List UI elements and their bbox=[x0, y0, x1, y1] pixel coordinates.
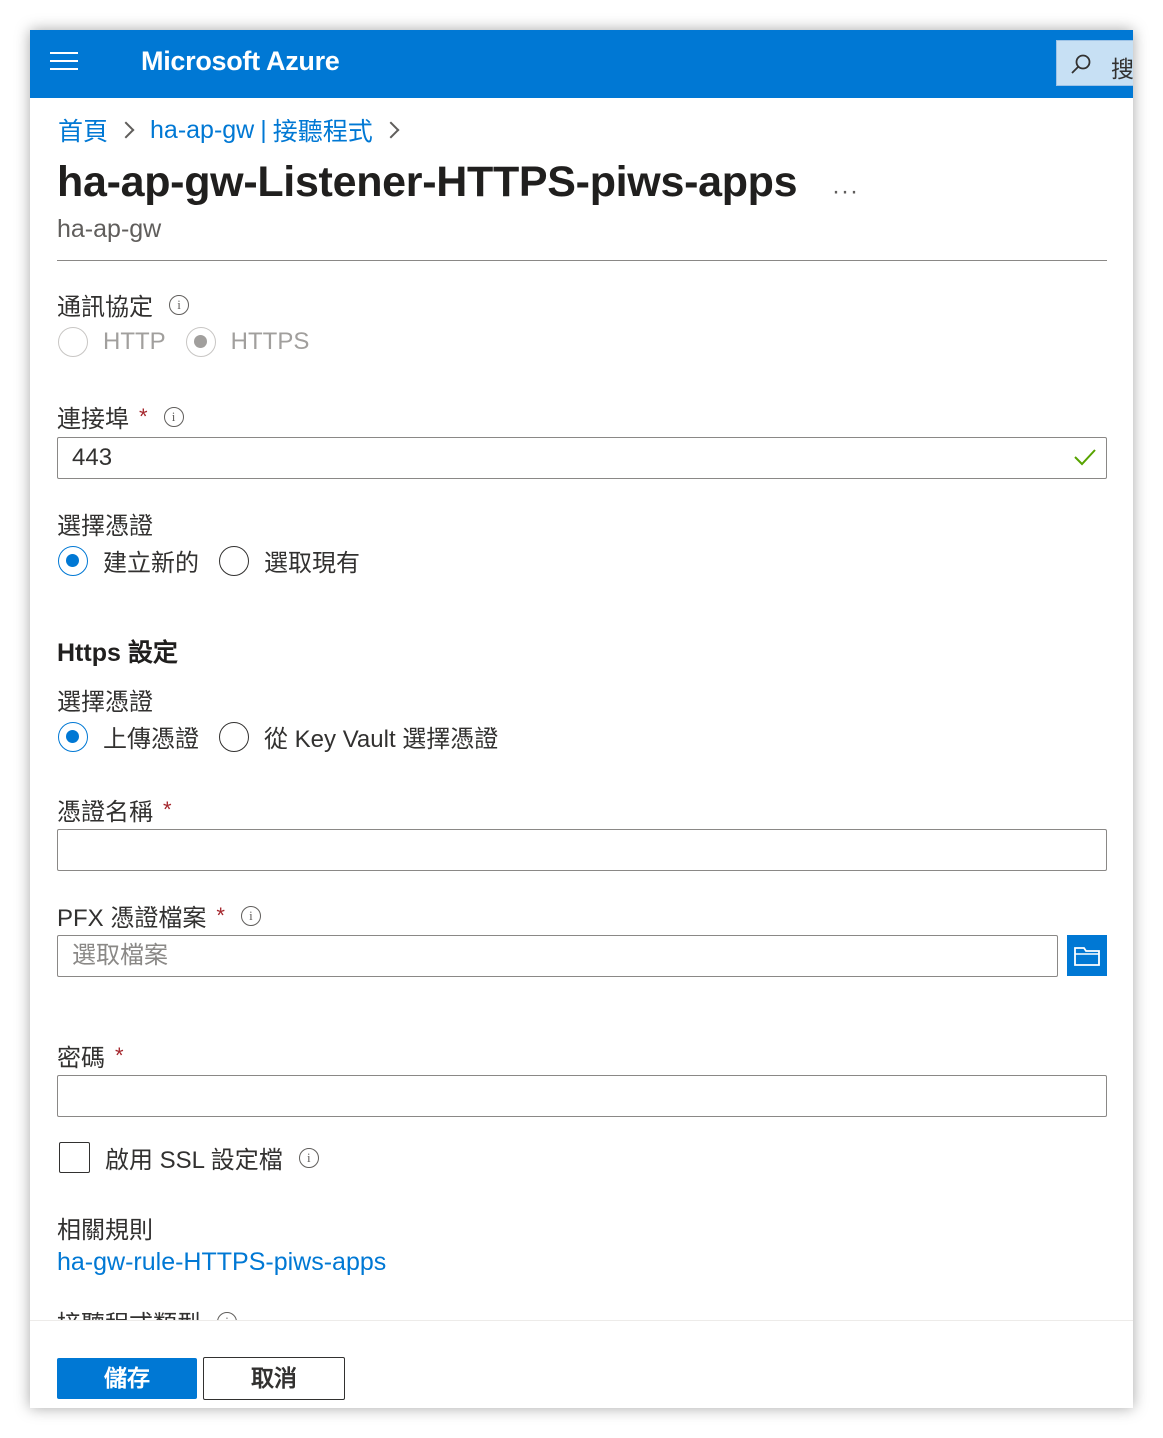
required-marker: * bbox=[216, 902, 225, 928]
header-divider bbox=[57, 260, 1107, 261]
radio-create-new-label: 建立新的 bbox=[103, 550, 199, 577]
ssl-profile-label-text: 啟用 SSL 設定檔 bbox=[105, 1147, 283, 1174]
search-placeholder: 搜 bbox=[1111, 56, 1133, 82]
cert-choice-label: 選擇憑證 bbox=[57, 506, 153, 541]
port-value: 443 bbox=[72, 444, 113, 471]
info-icon[interactable]: i bbox=[169, 294, 189, 315]
protocol-label: 通訊協定 i bbox=[57, 287, 189, 322]
radio-upload-cert[interactable] bbox=[58, 721, 88, 752]
protocol-radio-group: HTTP HTTPS bbox=[58, 327, 329, 357]
https-cert-label: 選擇憑證 bbox=[57, 682, 153, 717]
page-title: ha-ap-gw-Listener-HTTPS-piws-apps bbox=[57, 158, 798, 206]
https-cert-radio-group: 上傳憑證 從 Key Vault 選擇憑證 bbox=[58, 719, 518, 754]
radio-select-existing-label: 選取現有 bbox=[264, 550, 360, 577]
ssl-profile-checkbox[interactable] bbox=[59, 1142, 90, 1173]
chevron-right-icon bbox=[382, 121, 400, 139]
page-subtitle: ha-ap-gw bbox=[57, 215, 162, 243]
https-cert-label-text: 選擇憑證 bbox=[57, 689, 153, 716]
breadcrumb-home[interactable]: 首頁 bbox=[58, 112, 108, 148]
radio-http[interactable] bbox=[58, 327, 88, 357]
radio-select-existing[interactable] bbox=[219, 545, 249, 576]
related-rule-link[interactable]: ha-gw-rule-HTTPS-piws-apps bbox=[57, 1248, 386, 1277]
cancel-button[interactable]: 取消 bbox=[203, 1357, 345, 1400]
password-label: 密碼 * bbox=[57, 1038, 124, 1073]
related-rules-label: 相關規則 bbox=[57, 1210, 153, 1245]
https-settings-title: Https 設定 bbox=[57, 639, 178, 667]
pfx-file-placeholder: 選取檔案 bbox=[72, 942, 168, 969]
pfx-file-input[interactable]: 選取檔案 bbox=[57, 935, 1058, 977]
chevron-right-icon bbox=[117, 121, 135, 139]
radio-https-label: HTTPS bbox=[230, 328, 310, 355]
breadcrumb-separator: | bbox=[260, 115, 267, 144]
save-button[interactable]: 儲存 bbox=[57, 1358, 197, 1399]
cert-choice-radio-group: 建立新的 選取現有 bbox=[58, 543, 380, 578]
pfx-file-label-text: PFX 憑證檔案 bbox=[57, 905, 207, 932]
radio-http-label: HTTP bbox=[103, 328, 166, 355]
password-label-text: 密碼 bbox=[57, 1045, 105, 1072]
radio-key-vault-cert-label: 從 Key Vault 選擇憑證 bbox=[264, 726, 499, 753]
portal-window: Microsoft Azure 搜 首頁 ha-ap-gw | 接聽程式 ha-… bbox=[30, 30, 1133, 1408]
pfx-file-label: PFX 憑證檔案 * i bbox=[57, 898, 261, 933]
folder-icon bbox=[1074, 947, 1100, 966]
info-icon[interactable]: i bbox=[240, 905, 261, 926]
menu-icon[interactable] bbox=[50, 52, 78, 76]
radio-create-new[interactable] bbox=[58, 545, 88, 576]
radio-key-vault-cert[interactable] bbox=[219, 721, 249, 752]
port-label: 連接埠 * i bbox=[57, 399, 184, 434]
breadcrumb-gateway[interactable]: ha-ap-gw bbox=[150, 116, 254, 145]
cert-name-label-text: 憑證名稱 bbox=[57, 799, 153, 826]
radio-https[interactable] bbox=[185, 327, 216, 357]
cert-name-label: 憑證名稱 * bbox=[57, 792, 172, 827]
cert-name-input[interactable] bbox=[57, 829, 1107, 871]
required-marker: * bbox=[115, 1042, 124, 1068]
required-marker: * bbox=[139, 403, 148, 429]
info-icon[interactable]: i bbox=[298, 1147, 319, 1168]
related-rules-label-text: 相關規則 bbox=[57, 1217, 153, 1244]
more-options-icon[interactable]: ··· bbox=[832, 178, 859, 206]
search-icon bbox=[1071, 54, 1091, 74]
search-box[interactable]: 搜 bbox=[1056, 40, 1133, 86]
breadcrumb: 首頁 ha-ap-gw | 接聽程式 bbox=[58, 112, 415, 148]
browse-file-button[interactable] bbox=[1067, 935, 1107, 976]
ssl-profile-label: 啟用 SSL 設定檔 i bbox=[105, 1140, 319, 1175]
top-bar: Microsoft Azure 搜 bbox=[30, 30, 1133, 98]
info-icon[interactable]: i bbox=[163, 406, 184, 427]
cert-choice-label-text: 選擇憑證 bbox=[57, 513, 153, 540]
brand-title[interactable]: Microsoft Azure bbox=[141, 46, 340, 77]
password-input[interactable] bbox=[57, 1075, 1107, 1117]
radio-upload-cert-label: 上傳憑證 bbox=[103, 726, 199, 753]
protocol-label-text: 通訊協定 bbox=[57, 294, 153, 321]
port-label-text: 連接埠 bbox=[57, 406, 129, 433]
breadcrumb-listeners[interactable]: 接聽程式 bbox=[273, 112, 373, 148]
port-input[interactable]: 443 bbox=[57, 437, 1107, 479]
checkmark-icon bbox=[1074, 449, 1096, 466]
footer-bar: 儲存 取消 bbox=[30, 1320, 1133, 1408]
required-marker: * bbox=[163, 796, 172, 822]
